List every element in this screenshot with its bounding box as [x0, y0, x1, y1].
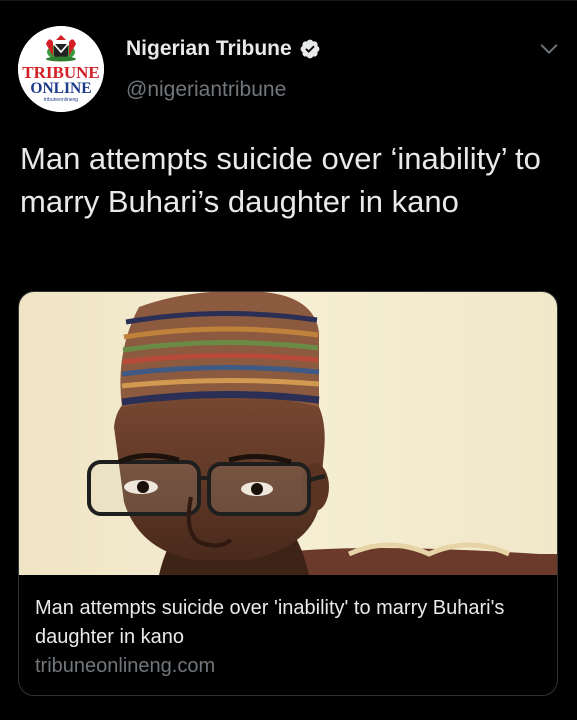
divider — [0, 0, 577, 1]
handle[interactable]: @nigeriantribune — [126, 78, 286, 102]
avatar[interactable]: TRIBUNE ONLINE tribuneonlineng — [18, 26, 104, 112]
card-image[interactable] — [19, 292, 558, 575]
author-name-row[interactable]: Nigerian Tribune — [126, 37, 321, 61]
display-name[interactable]: Nigerian Tribune — [126, 37, 292, 61]
tweet[interactable]: TRIBUNE ONLINE tribuneonlineng Nigerian … — [0, 0, 577, 720]
verified-badge-icon — [300, 39, 320, 59]
logo-word-online: ONLINE — [30, 80, 91, 97]
card-domain[interactable]: tribuneonlineng.com — [35, 655, 215, 678]
chevron-down-icon[interactable] — [538, 38, 560, 60]
logo-url: tribuneonlineng — [44, 97, 78, 103]
tribune-online-logo: TRIBUNE ONLINE tribuneonlineng — [18, 26, 104, 112]
card-title[interactable]: Man attempts suicide over 'inability' to… — [35, 594, 540, 652]
tweet-text: Man attempts suicide over ‘inability’ to… — [20, 141, 541, 219]
link-preview-card[interactable]: Man attempts suicide over 'inability' to… — [18, 291, 558, 696]
